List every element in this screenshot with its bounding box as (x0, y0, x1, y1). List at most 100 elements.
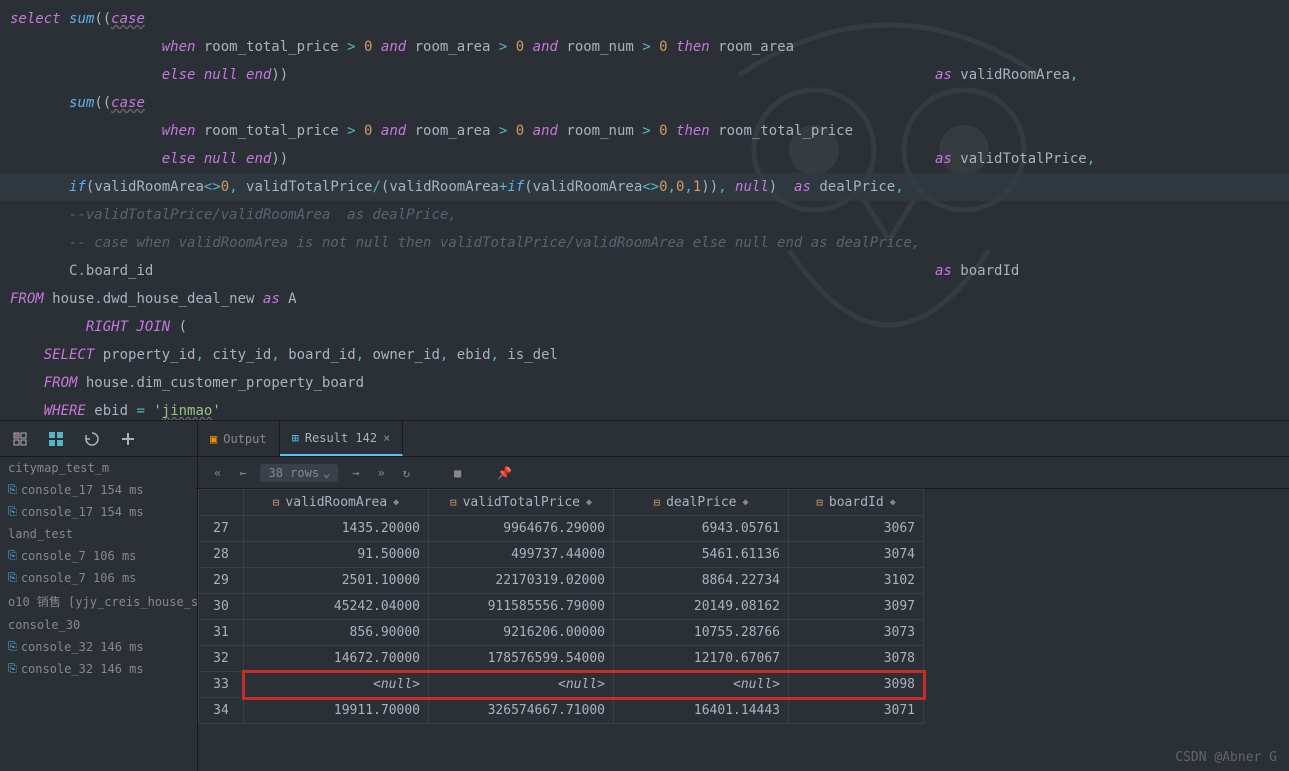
table-cell[interactable]: 3071 (789, 698, 924, 724)
table-cell[interactable]: <null> (614, 672, 789, 698)
table-cell[interactable]: 20149.08162 (614, 594, 789, 620)
table-cell[interactable]: 326574667.71000 (429, 698, 614, 724)
code-line[interactable]: C.board_idas boardId (0, 257, 1289, 285)
table-cell[interactable]: 3067 (789, 516, 924, 542)
table-cell[interactable]: 8864.22734 (614, 568, 789, 594)
code-line[interactable]: else null end))as validRoomArea, (0, 61, 1289, 89)
code-line[interactable]: WHERE ebid = 'jinmao' (0, 397, 1289, 420)
table-cell[interactable]: 16401.14443 (614, 698, 789, 724)
rows-count-badge[interactable]: 38 rows ⌄ (260, 464, 338, 482)
close-icon[interactable]: × (383, 431, 390, 445)
code-line[interactable]: FROM house.dwd_house_deal_new as A (0, 285, 1289, 313)
table-cell[interactable]: 19911.70000 (244, 698, 429, 724)
table-cell[interactable]: 9964676.29000 (429, 516, 614, 542)
table-cell[interactable]: 22170319.02000 (429, 568, 614, 594)
row-number[interactable]: 34 (199, 698, 244, 724)
table-row[interactable]: 292501.1000022170319.020008864.227343102 (199, 568, 924, 594)
table-row[interactable]: 2891.50000499737.440005461.611363074 (199, 542, 924, 568)
table-cell[interactable]: 9216206.00000 (429, 620, 614, 646)
code-line[interactable]: RIGHT JOIN ( (0, 313, 1289, 341)
sidebar-item[interactable]: ⎘console_17 154 ms (0, 501, 197, 523)
code-line[interactable]: sum((case (0, 89, 1289, 117)
table-cell[interactable]: 5461.61136 (614, 542, 789, 568)
row-number[interactable]: 29 (199, 568, 244, 594)
refresh-icon[interactable] (84, 431, 100, 447)
table-cell[interactable]: 3073 (789, 620, 924, 646)
table-cell[interactable]: 3074 (789, 542, 924, 568)
row-number[interactable]: 32 (199, 646, 244, 672)
table-cell[interactable]: 10755.28766 (614, 620, 789, 646)
code-line[interactable]: else null end))as validTotalPrice, (0, 145, 1289, 173)
pin-icon[interactable]: 📌 (493, 464, 516, 482)
layout-icon[interactable] (48, 431, 64, 447)
column-header[interactable]: ⊟validTotalPrice◆ (429, 490, 614, 516)
row-number[interactable]: 28 (199, 542, 244, 568)
sql-editor[interactable]: select sum((case when room_total_price >… (0, 0, 1289, 420)
reload-button[interactable]: ↻ (399, 464, 414, 482)
sort-icon[interactable]: ◆ (890, 497, 896, 508)
sidebar-item[interactable]: ⎘console_32 146 ms (0, 636, 197, 658)
tab-result[interactable]: ⊞ Result 142 × (280, 421, 404, 456)
column-type-icon: ⊟ (273, 496, 280, 509)
code-line[interactable]: select sum((case (0, 5, 1289, 33)
table-cell[interactable]: 3102 (789, 568, 924, 594)
table-row[interactable]: 3419911.70000326574667.7100016401.144433… (199, 698, 924, 724)
code-line[interactable]: SELECT property_id, city_id, board_id, o… (0, 341, 1289, 369)
code-line[interactable]: when room_total_price > 0 and room_area … (0, 117, 1289, 145)
sidebar-item[interactable]: console_30 (0, 614, 197, 636)
row-number[interactable]: 33 (199, 672, 244, 698)
table-row[interactable]: 33<null><null><null>3098 (199, 672, 924, 698)
sort-icon[interactable]: ◆ (586, 497, 592, 508)
last-page-button[interactable]: » (374, 464, 389, 482)
sidebar-item[interactable]: land_test (0, 523, 197, 545)
code-line[interactable]: when room_total_price > 0 and room_area … (0, 33, 1289, 61)
table-cell[interactable]: <null> (244, 672, 429, 698)
table-cell[interactable]: 14672.70000 (244, 646, 429, 672)
table-cell[interactable]: 1435.20000 (244, 516, 429, 542)
sidebar-item[interactable]: ⎘console_7 106 ms (0, 545, 197, 567)
sidebar-item[interactable]: ⎘console_32 146 ms (0, 658, 197, 680)
table-cell[interactable]: 856.90000 (244, 620, 429, 646)
table-cell[interactable]: 499737.44000 (429, 542, 614, 568)
table-cell[interactable]: <null> (429, 672, 614, 698)
table-cell[interactable]: 45242.04000 (244, 594, 429, 620)
table-cell[interactable]: 2501.10000 (244, 568, 429, 594)
table-row[interactable]: 3214672.70000178576599.5400012170.670673… (199, 646, 924, 672)
first-page-button[interactable]: « (210, 464, 225, 482)
table-cell[interactable]: 3078 (789, 646, 924, 672)
sidebar-item[interactable]: citymap_test_m (0, 457, 197, 479)
table-cell[interactable]: 3098 (789, 672, 924, 698)
table-cell[interactable]: 178576599.54000 (429, 646, 614, 672)
column-header[interactable]: ⊟validRoomArea◆ (244, 490, 429, 516)
code-line[interactable]: FROM house.dim_customer_property_board (0, 369, 1289, 397)
table-cell[interactable]: 3097 (789, 594, 924, 620)
table-row[interactable]: 31856.900009216206.0000010755.287663073 (199, 620, 924, 646)
code-line[interactable]: -- case when validRoomArea is not null t… (0, 229, 1289, 257)
table-row[interactable]: 3045242.04000911585556.7900020149.081623… (199, 594, 924, 620)
row-number[interactable]: 31 (199, 620, 244, 646)
tab-output[interactable]: ▣ Output (198, 421, 280, 456)
prev-page-button[interactable]: ← (235, 464, 250, 482)
split-icon[interactable] (12, 431, 28, 447)
column-type-icon: ⊟ (816, 496, 823, 509)
sidebar-item[interactable]: ⎘console_7 106 ms (0, 567, 197, 589)
code-line[interactable]: --validTotalPrice/validRoomArea as dealP… (0, 201, 1289, 229)
data-grid-container[interactable]: ⊟validRoomArea◆⊟validTotalPrice◆⊟dealPri… (198, 489, 1289, 771)
column-header[interactable]: ⊟boardId◆ (789, 490, 924, 516)
row-number[interactable]: 27 (199, 516, 244, 542)
sidebar-item[interactable]: ⎘console_17 154 ms (0, 479, 197, 501)
table-cell[interactable]: 91.50000 (244, 542, 429, 568)
add-icon[interactable] (120, 431, 136, 447)
next-page-button[interactable]: → (348, 464, 363, 482)
sidebar-item[interactable]: o10 销售 [yjy_creis_house_sim_w] (0, 589, 197, 614)
stop-button[interactable]: ■ (450, 464, 465, 482)
table-row[interactable]: 271435.200009964676.290006943.057613067 (199, 516, 924, 542)
table-cell[interactable]: 12170.67067 (614, 646, 789, 672)
sort-icon[interactable]: ◆ (393, 497, 399, 508)
sort-icon[interactable]: ◆ (743, 497, 749, 508)
table-cell[interactable]: 911585556.79000 (429, 594, 614, 620)
table-cell[interactable]: 6943.05761 (614, 516, 789, 542)
column-header[interactable]: ⊟dealPrice◆ (614, 490, 789, 516)
code-line[interactable]: if(validRoomArea<>0, validTotalPrice/(va… (0, 173, 1289, 201)
row-number[interactable]: 30 (199, 594, 244, 620)
